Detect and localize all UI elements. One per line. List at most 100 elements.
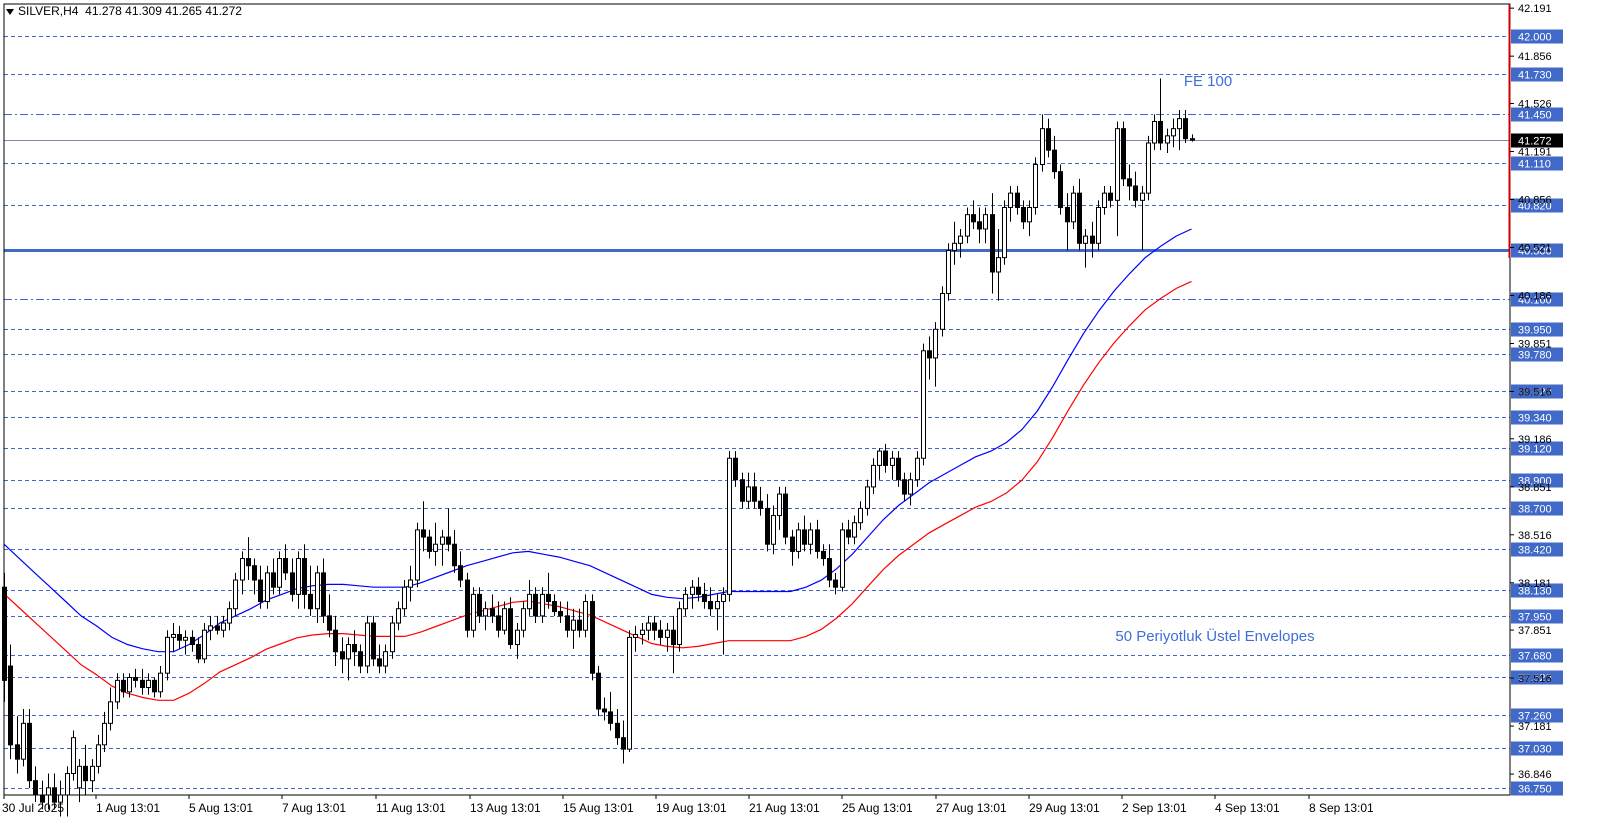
- level-label: 39.780: [1518, 350, 1552, 362]
- candle-body-bear: [558, 611, 563, 617]
- candle-body-bull: [921, 350, 926, 459]
- candle-body-bear: [783, 493, 788, 538]
- candle-body-bull: [908, 479, 913, 495]
- candle-body-bull: [96, 744, 101, 767]
- y-tick-label: 39.516: [1518, 386, 1552, 398]
- candle-body-bull: [571, 619, 576, 631]
- price-chart[interactable]: 42.00041.73041.45041.11040.82040.50040.1…: [0, 0, 1614, 840]
- level-label: 37.680: [1518, 651, 1552, 663]
- candle-body-bear: [452, 543, 457, 567]
- candle-body-bull: [690, 586, 695, 595]
- candle-body-bear: [565, 615, 570, 631]
- x-tick-label: 30 Jul 2025: [2, 801, 64, 815]
- candle-body-bear: [658, 629, 663, 638]
- candle-body-bull: [240, 558, 245, 581]
- envelopes-label: 50 Periyotluk Üstel Envelopes: [1115, 627, 1314, 645]
- candle-body-bull: [1071, 192, 1076, 223]
- candle-body-bear: [302, 558, 307, 595]
- candle-body-bull: [165, 636, 170, 674]
- candle-body-bear: [596, 672, 601, 710]
- level-label: 38.700: [1518, 504, 1552, 516]
- candle-body-bull: [1165, 135, 1170, 144]
- candle-body-bear: [752, 486, 757, 502]
- y-tick-label: 37.181: [1518, 721, 1552, 733]
- candle-body-bull: [233, 579, 238, 610]
- symbol-label: SILVER,H4: [18, 4, 79, 18]
- candle-body-bull: [871, 464, 876, 488]
- level-label: 41.730: [1518, 70, 1552, 82]
- candle-body-bear: [740, 479, 745, 502]
- candle-body-bear: [1065, 206, 1070, 223]
- level-label: 39.340: [1518, 413, 1552, 425]
- candle-body-bear: [427, 536, 432, 552]
- level-label: 37.950: [1518, 612, 1552, 624]
- y-tick-label: 42.191: [1518, 3, 1552, 15]
- candle-body-bear: [577, 619, 582, 631]
- y-tick-label: 40.186: [1518, 290, 1552, 302]
- candle-body-bear: [1077, 192, 1082, 244]
- candle-body-bear: [621, 737, 626, 750]
- candle-body-bear: [327, 615, 332, 631]
- candle-body-bear: [83, 765, 88, 782]
- y-tick-label: 41.856: [1518, 51, 1552, 63]
- y-tick-label: 38.851: [1518, 482, 1552, 494]
- candle-body-bear: [1108, 192, 1113, 201]
- x-tick-label: 2 Sep 13:01: [1122, 801, 1187, 815]
- y-tick-label: 39.186: [1518, 434, 1552, 446]
- candle-body-bear: [977, 221, 982, 230]
- dropdown-triangle-icon[interactable]: [6, 8, 14, 15]
- candle-body-bull: [415, 529, 420, 581]
- candle-body-bull: [1033, 163, 1038, 208]
- candle-body-bear: [758, 500, 763, 509]
- candle-body-bear: [765, 507, 770, 545]
- y-tick-label: 40.521: [1518, 242, 1552, 254]
- candle-body-bull: [858, 507, 863, 524]
- candle-body-bull: [996, 257, 1001, 273]
- candle-body-bull: [1171, 128, 1176, 137]
- candle-body-bear: [615, 722, 620, 739]
- candle-body-bull: [515, 629, 520, 646]
- candle-body-bull: [146, 679, 151, 689]
- candle-body-bear: [552, 601, 557, 613]
- candle-body-bull: [440, 536, 445, 545]
- candle-body-bear: [802, 529, 807, 545]
- candle-body-bear: [177, 634, 182, 641]
- candle-body-bear: [1158, 121, 1163, 144]
- candle-body-bull: [108, 701, 113, 724]
- candle-body-bear: [733, 457, 738, 481]
- candle-body-bear: [1015, 192, 1020, 208]
- candle-body-bull: [521, 608, 526, 631]
- candle-body-bull: [796, 529, 801, 552]
- candle-body-bull: [483, 608, 488, 617]
- candle-body-bear: [446, 536, 451, 545]
- candle-body-bull: [677, 608, 682, 646]
- candle-body-bull: [402, 586, 407, 610]
- candle-body-bull: [540, 593, 545, 617]
- candle-body-bear: [321, 572, 326, 617]
- level-label: 39.950: [1518, 325, 1552, 337]
- candle-body-bear: [290, 572, 295, 595]
- x-tick-label: 7 Aug 13:01: [282, 801, 346, 815]
- candle-body-bull: [296, 558, 301, 595]
- candle-body-bull: [1115, 128, 1120, 201]
- level-label: 41.450: [1518, 110, 1552, 122]
- y-tick-label: 36.846: [1518, 769, 1552, 781]
- candle-body-bull: [915, 457, 920, 481]
- x-tick-label: 1 Aug 13:01: [96, 801, 160, 815]
- x-tick-label: 29 Aug 13:01: [1029, 801, 1100, 815]
- candle-body-bull: [983, 214, 988, 230]
- level-label: 41.110: [1518, 159, 1551, 171]
- candle-body-bull: [771, 515, 776, 545]
- candle-body-bear: [790, 536, 795, 552]
- candle-body-bear: [371, 622, 376, 660]
- chart-header: SILVER,H4 41.278 41.309 41.265 41.272: [6, 4, 242, 18]
- candle-body-bull: [265, 572, 270, 603]
- candle-body-bear: [846, 529, 851, 538]
- candle-body-bear: [827, 558, 832, 581]
- level-label: 37.030: [1518, 744, 1552, 756]
- candles: [2, 78, 1195, 817]
- candle-body-bull: [471, 593, 476, 631]
- candle-body-bear: [458, 565, 463, 581]
- candle-body-bull: [527, 593, 532, 610]
- candle-body-bear: [190, 636, 195, 646]
